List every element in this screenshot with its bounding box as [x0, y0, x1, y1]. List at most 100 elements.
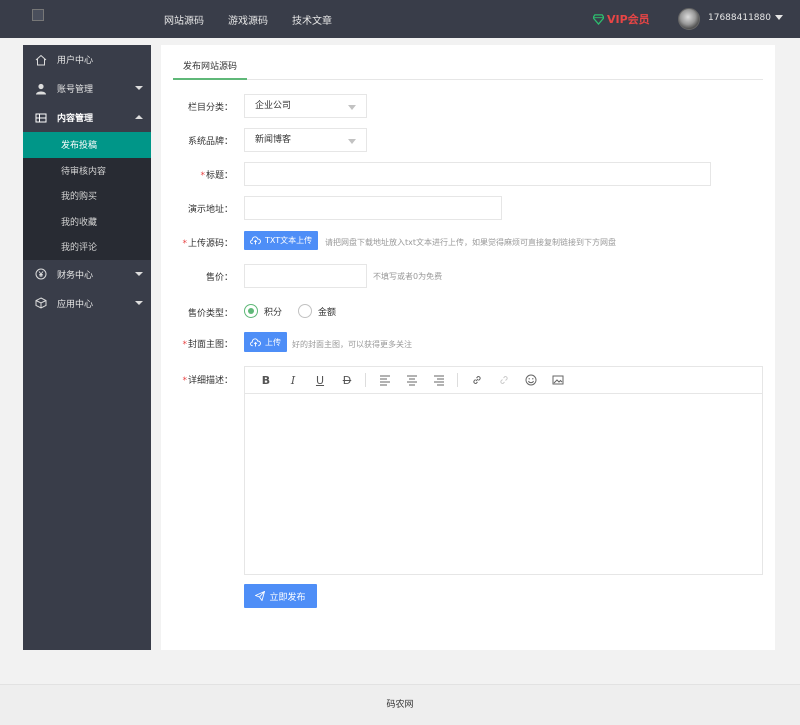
cover-upload-button[interactable]: 上传: [244, 332, 287, 352]
radio-points[interactable]: [244, 304, 258, 318]
cover-label: *封面主图：: [182, 340, 233, 350]
logo-image[interactable]: [32, 9, 44, 21]
sidebar-item-user-center[interactable]: 用户中心: [23, 45, 151, 74]
strikethrough-icon[interactable]: D: [336, 369, 358, 391]
radio-points-label[interactable]: 积分: [264, 305, 282, 318]
sidebar-item-label: 应用中心: [57, 299, 94, 310]
sidebar-subitem-comments[interactable]: 我的评论: [23, 234, 151, 260]
sidebar-subitem-submit-post[interactable]: 发布投稿: [23, 132, 151, 158]
editor-content-area[interactable]: [245, 394, 762, 574]
send-icon: [255, 591, 266, 601]
nav-item-tech-articles[interactable]: 技术文章: [292, 12, 332, 27]
title-label: *标题：: [200, 171, 233, 181]
unlink-icon[interactable]: [493, 369, 515, 391]
source-label: *上传源码：: [182, 239, 233, 249]
cloud-upload-icon: [250, 337, 261, 347]
price-input[interactable]: [244, 264, 367, 288]
sidebar-item-account[interactable]: 账号管理: [23, 74, 151, 103]
nav-item-game-source[interactable]: 游戏源码: [228, 12, 268, 27]
top-nav: 网站源码 游戏源码 技术文章: [164, 12, 332, 27]
main-panel: 发布网站源码 栏目分类： 企业公司 系统品牌： 新闻博客 *标题： 演示地址： …: [161, 45, 775, 650]
demo-url-input[interactable]: [244, 196, 502, 220]
toolbar-divider: [365, 373, 366, 387]
vip-label: VIP会员: [607, 13, 650, 26]
sidebar-subitem-favorites[interactable]: 我的收藏: [23, 209, 151, 235]
chevron-down-icon: [135, 271, 143, 276]
publish-label: 立即发布: [269, 592, 306, 603]
title-input[interactable]: [244, 162, 711, 186]
txt-upload-label: TXT文本上传: [265, 236, 313, 245]
bold-icon[interactable]: B: [255, 369, 277, 391]
price-label: 售价：: [205, 273, 233, 283]
rich-text-editor: B I U D: [244, 366, 763, 575]
chevron-down-icon: [135, 86, 143, 90]
editor-toolbar: B I U D: [245, 367, 762, 394]
price-row: 售价： 不填写或者0为免费: [161, 264, 775, 288]
chevron-down-icon: [135, 300, 143, 305]
username-text: 17688411880: [708, 13, 771, 23]
category-select[interactable]: 企业公司: [244, 94, 367, 118]
sidebar-item-label: 用户中心: [57, 56, 94, 66]
link-icon[interactable]: [466, 369, 488, 391]
source-row: *上传源码： TXT文本上传 请把网盘下载地址放入txt文本进行上传，如果觉得麻…: [161, 231, 775, 255]
price-type-radio-group: 积分 金额: [244, 304, 346, 318]
sidebar: 用户中心 账号管理 内容管理 发布投稿 待审核内容 我的购买 我的收藏 我的评论…: [23, 45, 151, 650]
txt-upload-button[interactable]: TXT文本上传: [244, 231, 319, 250]
price-type-label: 售价类型：: [187, 309, 233, 319]
align-center-icon[interactable]: [401, 369, 423, 391]
vip-link[interactable]: VIP会员: [593, 11, 650, 27]
desc-label: *详细描述：: [182, 376, 233, 386]
toolbar-divider: [457, 373, 458, 387]
footer-text[interactable]: 码农网: [386, 700, 413, 710]
sidebar-item-apps[interactable]: 应用中心: [23, 289, 151, 318]
brand-row: 系统品牌： 新闻博客: [161, 128, 775, 152]
price-hint: 不填写或者0为免费: [373, 272, 443, 281]
user-icon: [36, 83, 46, 94]
home-icon: [35, 54, 47, 65]
sidebar-item-label: 账号管理: [57, 85, 94, 95]
cover-row: *封面主图： 上传 好的封面主图，可以获得更多关注: [161, 332, 775, 356]
top-bar: 网站源码 游戏源码 技术文章 VIP会员 17688411880: [0, 0, 800, 38]
italic-icon[interactable]: I: [282, 369, 304, 391]
brand-select[interactable]: 新闻博客: [244, 128, 367, 152]
emoji-icon[interactable]: [520, 369, 542, 391]
footer: 码农网: [0, 684, 800, 725]
avatar[interactable]: [678, 8, 700, 30]
radio-amount-label[interactable]: 金额: [318, 305, 336, 318]
chevron-down-icon: [775, 15, 783, 20]
submit-row: 立即发布: [161, 584, 775, 608]
price-type-row: 售价类型： 积分 金额: [161, 303, 775, 327]
yen-icon: [35, 268, 47, 280]
diamond-icon: [593, 13, 604, 25]
source-hint: 请把网盘下载地址放入txt文本进行上传，如果觉得麻烦可直接复制链接到下方网盘: [325, 238, 617, 247]
brand-label: 系统品牌：: [187, 137, 233, 147]
sidebar-item-finance[interactable]: 财务中心: [23, 260, 151, 289]
align-left-icon[interactable]: [374, 369, 396, 391]
category-row: 栏目分类： 企业公司: [161, 94, 775, 118]
publish-button[interactable]: 立即发布: [244, 584, 317, 608]
cloud-upload-icon: [250, 236, 261, 245]
sidebar-item-content[interactable]: 内容管理: [23, 103, 151, 132]
category-value: 企业公司: [255, 101, 292, 111]
desc-row: *详细描述： B I U D: [161, 366, 775, 575]
sidebar-subitem-pending[interactable]: 待审核内容: [23, 158, 151, 184]
brand-value: 新闻博客: [255, 135, 292, 145]
category-label: 栏目分类：: [187, 103, 233, 113]
tab-publish-source[interactable]: 发布网站源码: [173, 57, 248, 80]
grid-icon: [35, 113, 47, 122]
title-row: *标题：: [161, 162, 775, 186]
user-menu[interactable]: 17688411880: [708, 13, 783, 23]
underline-icon[interactable]: U: [309, 369, 331, 391]
sidebar-item-label: 财务中心: [57, 270, 94, 281]
chevron-down-icon: [348, 105, 356, 110]
content-submenu: 发布投稿 待审核内容 我的购买 我的收藏 我的评论: [23, 132, 151, 260]
align-right-icon[interactable]: [428, 369, 450, 391]
nav-item-site-source[interactable]: 网站源码: [164, 12, 204, 27]
sidebar-item-label: 内容管理: [57, 114, 94, 124]
cover-upload-label: 上传: [265, 337, 281, 347]
sidebar-subitem-purchases[interactable]: 我的购买: [23, 183, 151, 209]
chevron-up-icon: [135, 115, 143, 119]
radio-amount[interactable]: [298, 304, 313, 318]
image-icon[interactable]: [547, 369, 569, 391]
box-icon: [35, 297, 47, 309]
